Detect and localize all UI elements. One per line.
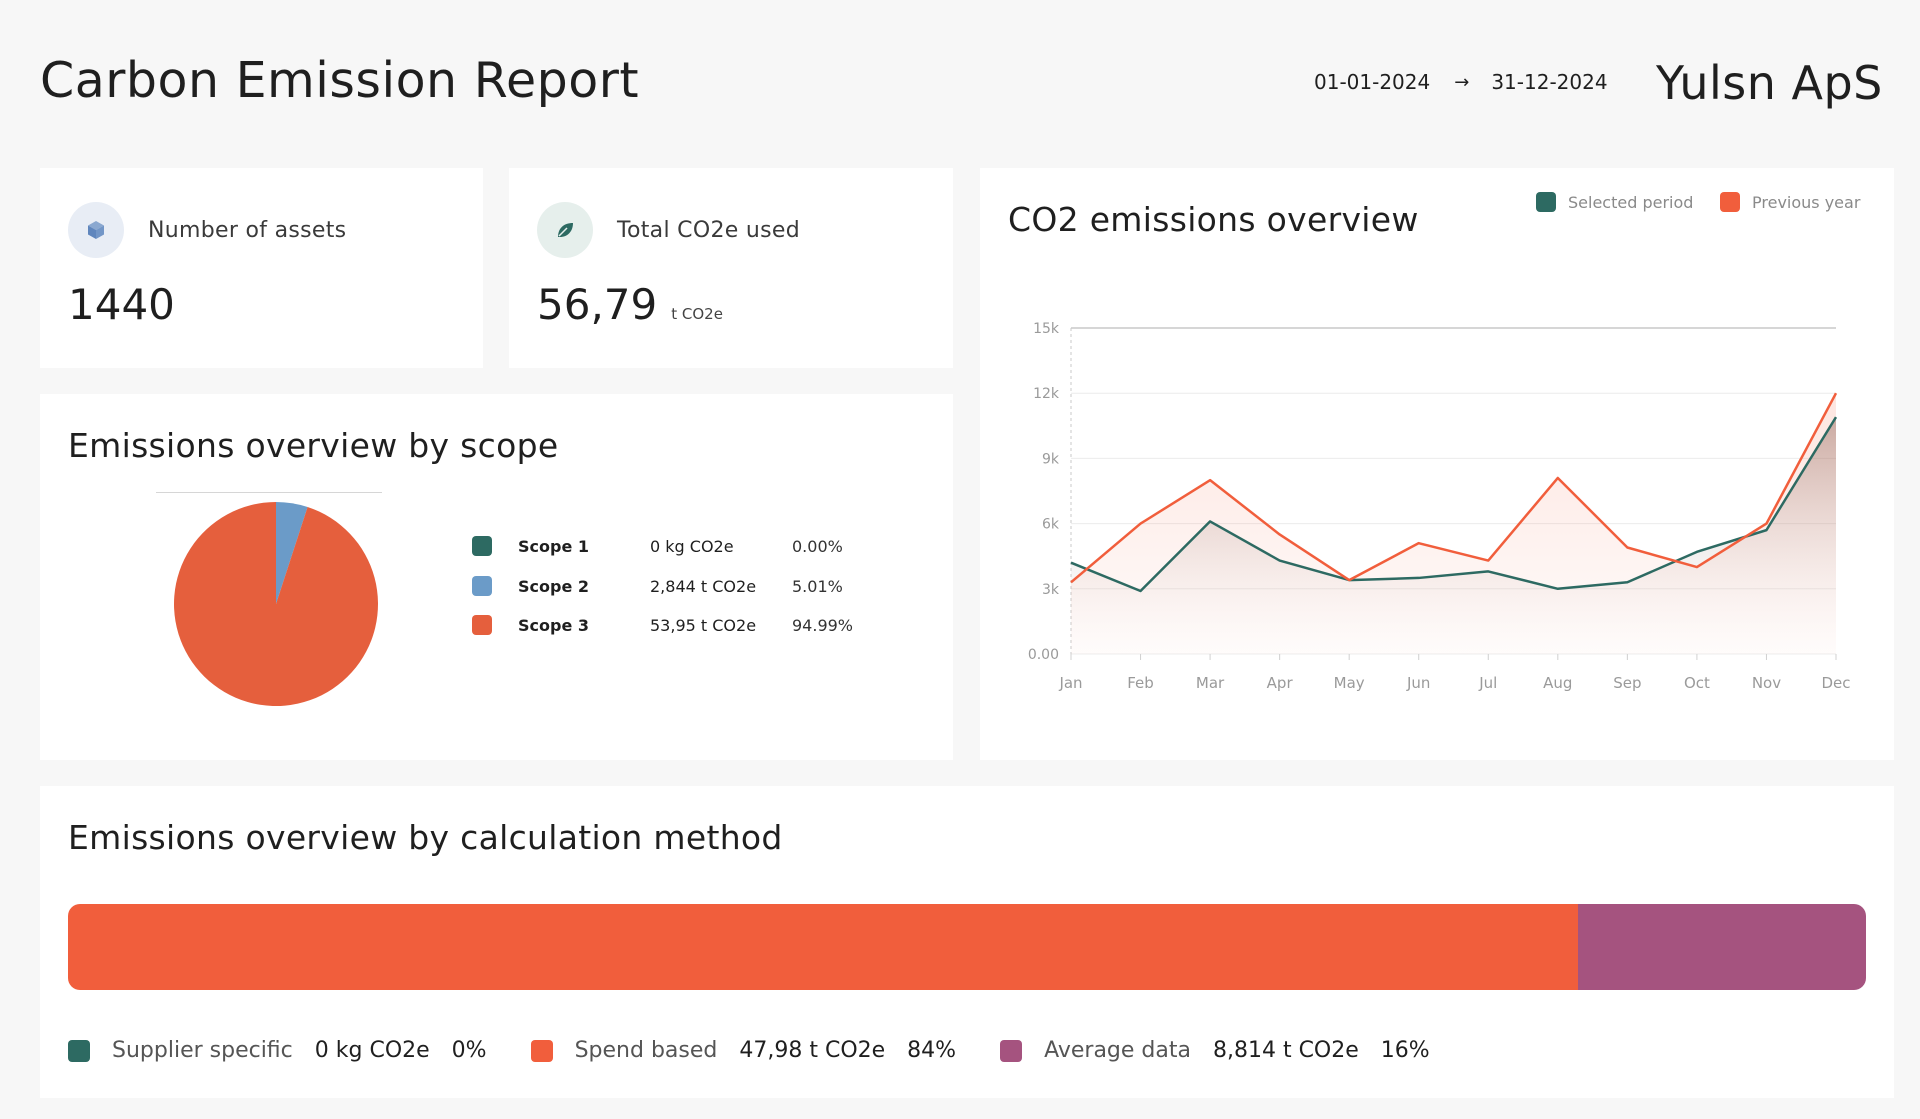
scope-legend-item-2: Scope 2 2,844 t CO2e 5.01%: [472, 576, 843, 596]
assets-label: Number of assets: [148, 218, 347, 243]
scope-1-swatch: [472, 536, 492, 556]
pie-slice-scope-3[interactable]: [174, 502, 378, 706]
average-value: 8,814 t CO2e: [1212, 1038, 1359, 1063]
scope-3-swatch: [472, 615, 492, 635]
x-tick-label: Dec: [1821, 674, 1850, 692]
scope-pie-chart: [174, 502, 378, 706]
spend-name: Spend based: [574, 1038, 718, 1063]
method-stacked-bar: [68, 904, 1866, 990]
y-tick-label: 3k: [1042, 582, 1060, 598]
scope-2-name: Scope 2: [518, 576, 590, 596]
co2-label: Total CO2e used: [617, 218, 800, 243]
assets-number: 1440: [68, 280, 175, 329]
x-tick-label: Apr: [1267, 674, 1294, 692]
scope-legend-item-3: Scope 3 53,95 t CO2e 94.99%: [472, 615, 853, 635]
bar-segment-spend-based[interactable]: [68, 904, 1579, 990]
scope-1-value: 0 kg CO2e: [650, 536, 734, 556]
scope-2-value: 2,844 t CO2e: [650, 576, 757, 596]
co2-overview-card: CO2 emissions overview Selected period P…: [980, 168, 1894, 760]
spend-value: 47,98 t CO2e: [739, 1038, 886, 1063]
average-name: Average data: [1044, 1038, 1191, 1063]
scope-legend-item-1: Scope 1 0 kg CO2e 0.00%: [472, 536, 843, 556]
date-range[interactable]: 01-01-2024 → 31-12-2024: [1314, 70, 1608, 94]
leaf-icon: [537, 202, 593, 258]
scope-1-name: Scope 1: [518, 536, 590, 556]
average-pct: 16%: [1380, 1038, 1430, 1063]
bar-segment-average-data[interactable]: [1578, 904, 1866, 990]
scope-3-pct: 94.99%: [792, 615, 854, 635]
x-tick-label: Jan: [1058, 674, 1082, 692]
scope-2-swatch: [472, 576, 492, 596]
co2-number: 56,79: [537, 280, 658, 329]
y-tick-label: 12k: [1033, 386, 1060, 402]
scope-2-pct: 5.01%: [792, 576, 843, 596]
method-card: Emissions overview by calculation method…: [40, 786, 1894, 1098]
x-tick-label: Aug: [1543, 674, 1572, 692]
assets-value: 1440: [68, 280, 175, 329]
x-tick-label: May: [1334, 674, 1365, 692]
date-end: 31-12-2024: [1491, 70, 1608, 94]
x-tick-label: Mar: [1196, 674, 1225, 692]
scope-1-pct: 0.00%: [792, 536, 843, 556]
supplier-value: 0 kg CO2e: [314, 1038, 430, 1063]
average-swatch: [1000, 1039, 1023, 1062]
method-legend-item-spend: Spend based 47,98 t CO2e 84%: [530, 1038, 957, 1063]
page-title: Carbon Emission Report: [40, 52, 640, 109]
x-tick-label: Oct: [1684, 674, 1710, 692]
cube-icon: [68, 202, 124, 258]
supplier-pct: 0%: [451, 1038, 487, 1063]
company-name: Yulsn ApS: [1656, 56, 1883, 110]
y-tick-label: 9k: [1042, 451, 1060, 467]
scope-3-value: 53,95 t CO2e: [650, 615, 757, 635]
method-legend-item-average: Average data 8,814 t CO2e 16%: [1000, 1038, 1430, 1063]
x-tick-label: Jun: [1406, 674, 1430, 692]
y-tick-label: 0.00: [1028, 647, 1059, 663]
y-tick-label: 15k: [1033, 321, 1060, 337]
x-tick-label: Jul: [1478, 674, 1497, 692]
spend-pct: 84%: [907, 1038, 957, 1063]
y-tick-label: 6k: [1042, 517, 1060, 533]
scope-card: Emissions overview by scope Scope 1 0 kg…: [40, 394, 953, 760]
co2-line-chart: 0.00 3k 6k 9k 12k 15k Jan Feb Mar Apr May Jun Jul Aug…: [1028, 321, 1851, 692]
method-title: Emissions overview by calculation method: [68, 818, 783, 857]
method-legend: Supplier specific 0 kg CO2e 0% Spend bas…: [68, 1038, 1474, 1063]
supplier-swatch: [68, 1039, 90, 1062]
assets-card: Number of assets 1440: [40, 168, 483, 368]
arrow-right-icon: →: [1454, 71, 1470, 93]
supplier-name: Supplier specific: [112, 1038, 293, 1063]
x-tick-label: Feb: [1127, 674, 1154, 692]
pie-divider: [156, 492, 382, 493]
x-tick-label: Sep: [1613, 674, 1641, 692]
co2-card: Total CO2e used 56,79 t CO2e: [509, 168, 953, 368]
x-tick-label: Nov: [1752, 674, 1781, 692]
method-legend-item-supplier: Supplier specific 0 kg CO2e 0%: [68, 1038, 487, 1063]
scope-title: Emissions overview by scope: [68, 426, 559, 465]
co2-unit: t CO2e: [671, 305, 723, 323]
scope-3-name: Scope 3: [518, 615, 590, 635]
date-start: 01-01-2024: [1314, 70, 1431, 94]
co2-value: 56,79 t CO2e: [537, 280, 723, 329]
spend-swatch: [530, 1039, 553, 1062]
